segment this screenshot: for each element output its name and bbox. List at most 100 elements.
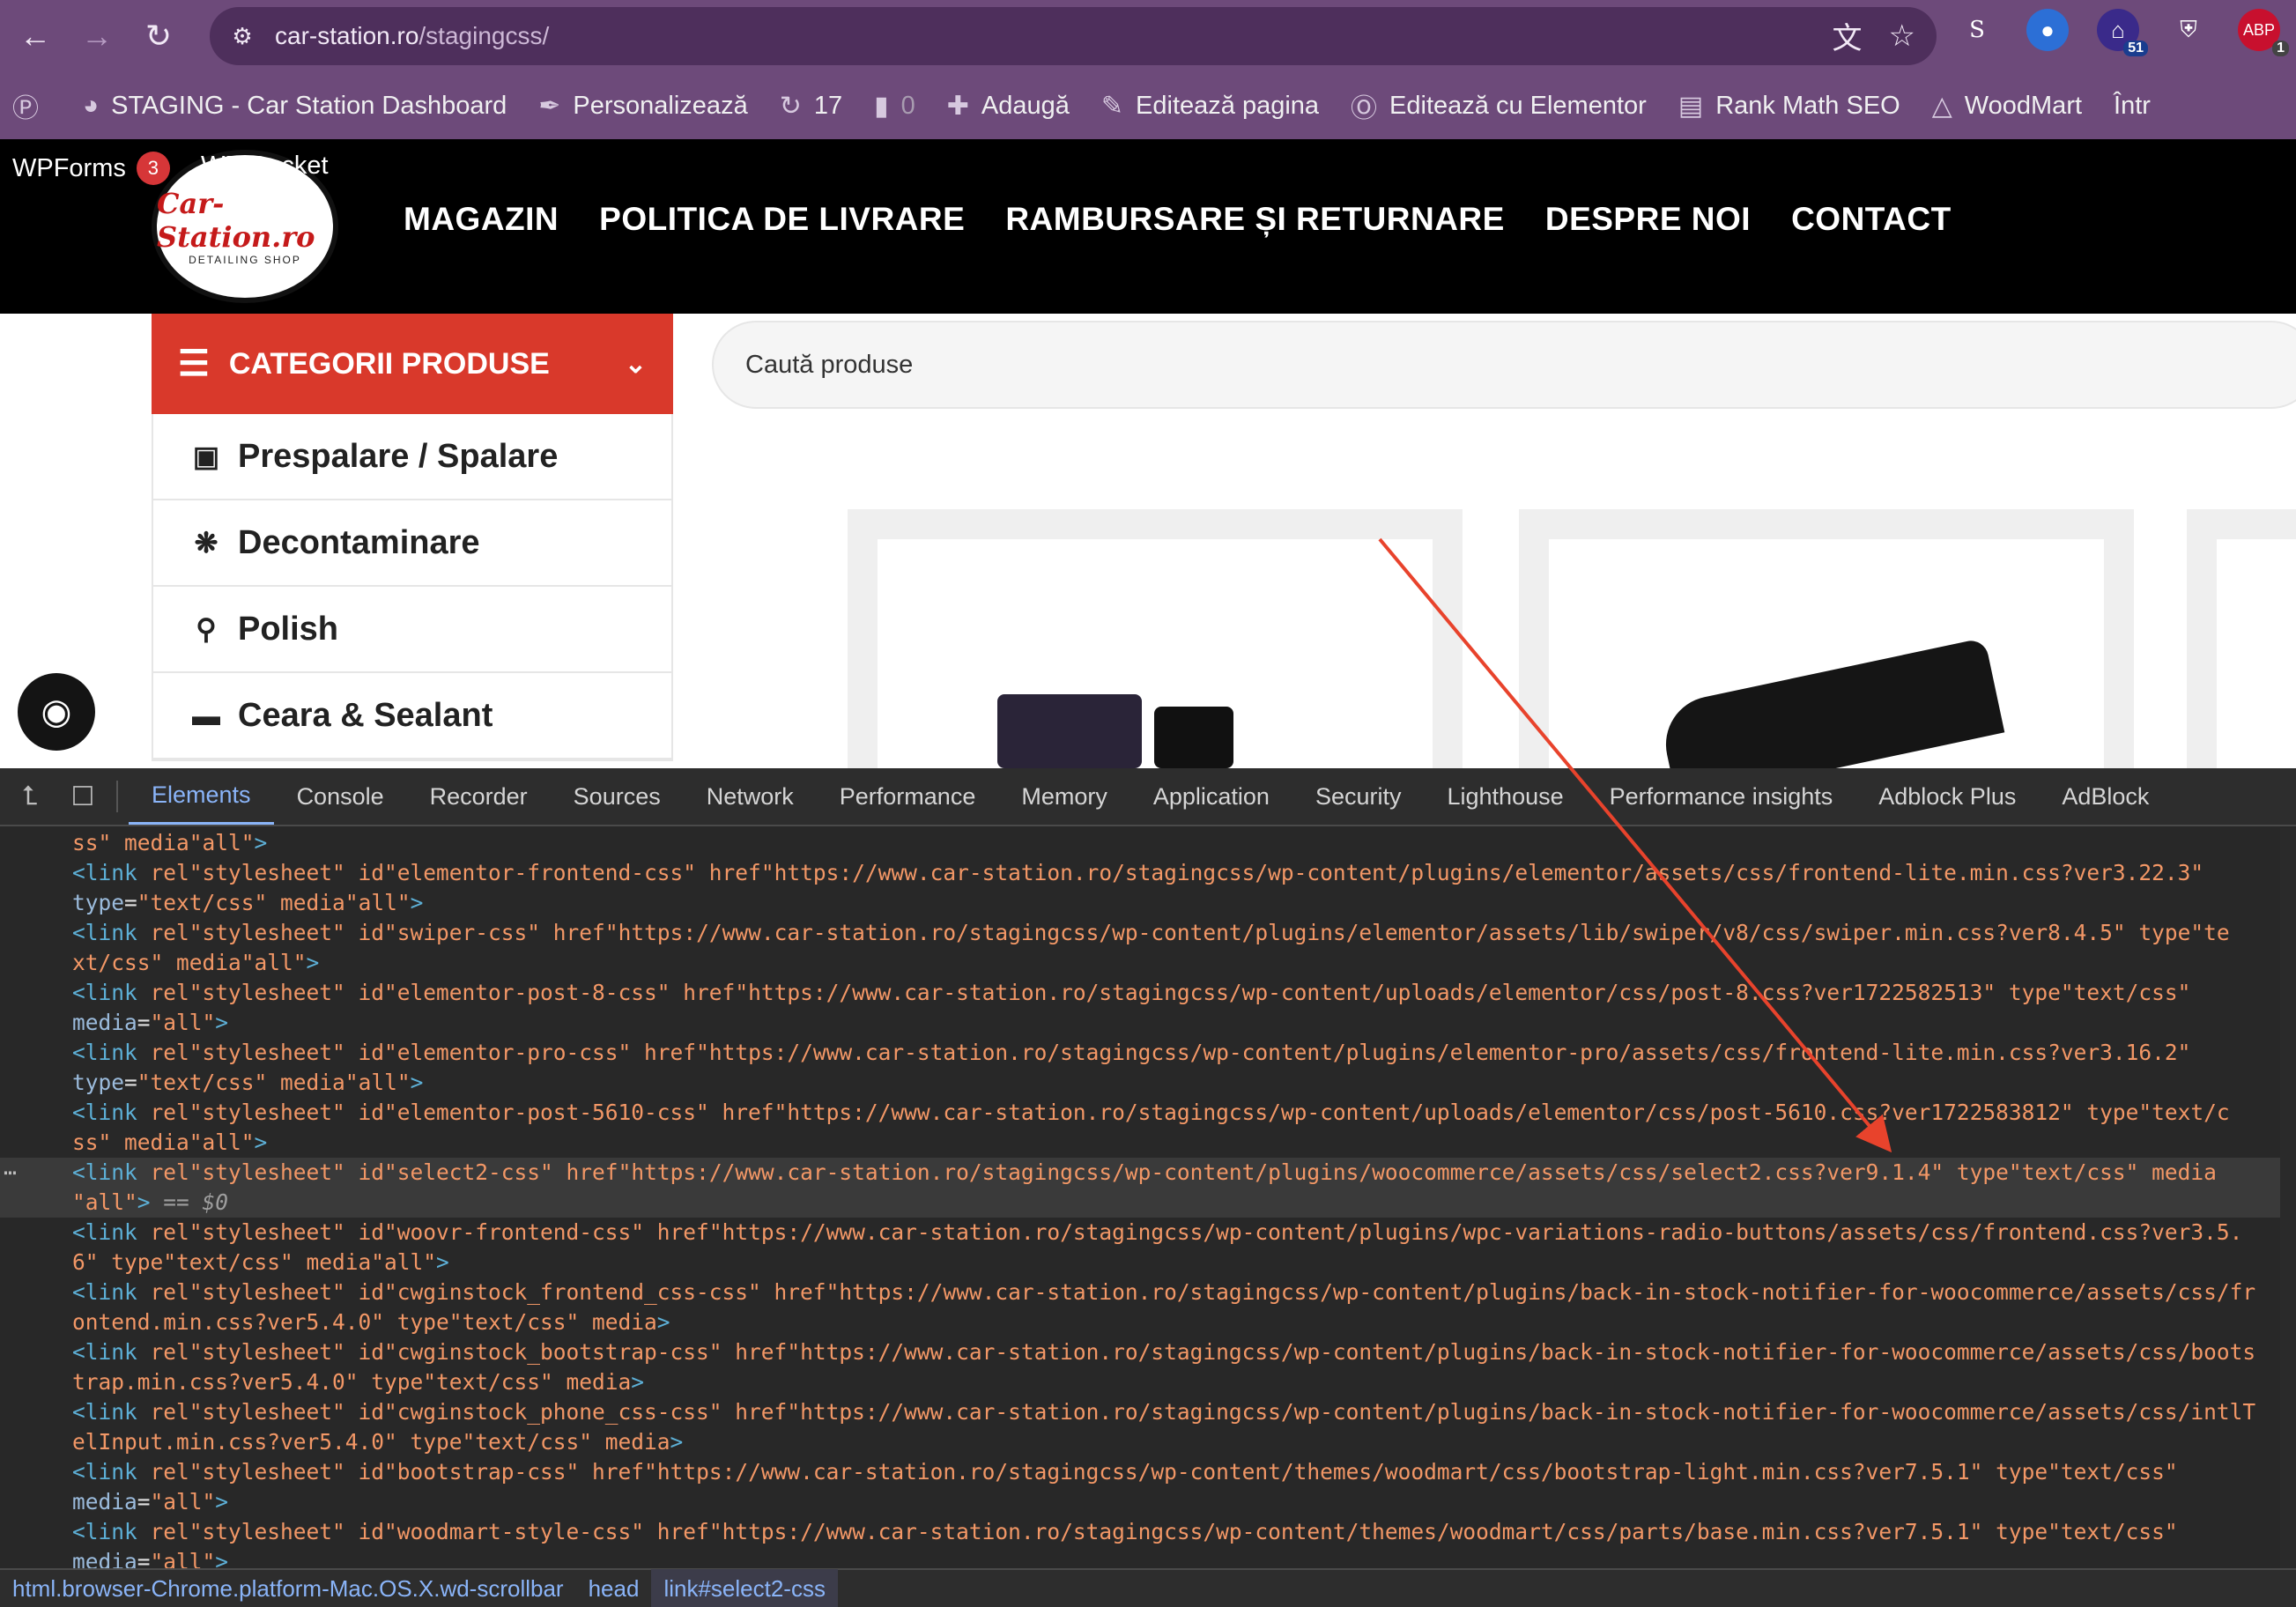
category-item[interactable]: ▣ Prespalare / Spalare xyxy=(153,414,671,500)
elements-tree-line[interactable]: <link rel"stylesheet" id"elementor-post-… xyxy=(0,978,2296,1008)
address-bar[interactable]: ⚙ car-station.ro/stagingcss/ 文 ☆ xyxy=(210,7,1937,65)
devtools-tab[interactable]: Security xyxy=(1292,768,1425,825)
site-info-icon[interactable]: ⚙ xyxy=(220,14,264,58)
elements-tree-line[interactable]: <link rel"stylesheet" id"elementor-pro-c… xyxy=(0,1038,2296,1068)
devtools-tab[interactable]: Recorder xyxy=(407,768,551,825)
more-options-icon[interactable]: ⋯ xyxy=(4,1158,17,1188)
forward-icon[interactable]: → xyxy=(70,10,123,63)
breadcrumb-item[interactable]: html.browser-Chrome.platform-Mac.OS.X.wd… xyxy=(0,1569,576,1607)
wp-customize[interactable]: ✒ Personalizează xyxy=(538,91,747,122)
elements-tree-line[interactable]: ⋯ <link rel"stylesheet" id"select2-css" h… xyxy=(0,1158,2296,1188)
wp-overflow[interactable]: Într xyxy=(2114,92,2151,121)
elements-tree-line[interactable]: trap.min.css?ver5.4.0" type"text/css" me… xyxy=(0,1367,2296,1397)
category-item[interactable]: ⚲ Polish xyxy=(153,587,671,673)
elements-tree-line[interactable]: media="all"> xyxy=(0,1487,2296,1517)
devtools-tab[interactable]: Memory xyxy=(998,768,1130,825)
elements-tree-line[interactable]: <link rel"stylesheet" id"cwginstock_phon… xyxy=(0,1397,2296,1427)
woodmart-icon: △ xyxy=(1931,91,1952,121)
bookmark-star-icon[interactable]: ☆ xyxy=(1889,19,1915,54)
elements-scrollbar[interactable] xyxy=(2280,828,2296,1570)
categories-toggle[interactable]: ☰ CATEGORII PRODUSE ⌄ xyxy=(152,314,673,414)
elements-tree-line[interactable]: <link rel"stylesheet" id"woovr-frontend-… xyxy=(0,1218,2296,1248)
devtools-tab[interactable]: AdBlock xyxy=(2039,768,2172,825)
devtools-tab[interactable]: Network xyxy=(684,768,817,825)
elements-tree-line[interactable]: <link rel"stylesheet" id"cwginstock_fron… xyxy=(0,1277,2296,1307)
wp-edit-page[interactable]: ✎ Editează pagina xyxy=(1101,91,1319,122)
product-card[interactable] xyxy=(2187,509,2296,768)
extension-s-icon[interactable]: S xyxy=(1956,9,1998,51)
brush-icon: ✒ xyxy=(538,91,561,121)
nav-magazin[interactable]: MAGAZIN xyxy=(404,201,559,238)
devtools-tab[interactable]: Performance xyxy=(817,768,999,825)
nav-contact[interactable]: CONTACT xyxy=(1791,201,1952,238)
device-toolbar-icon[interactable]: ☐ xyxy=(60,774,106,819)
wp-add-new[interactable]: ✚ Adaugă xyxy=(947,91,1070,122)
elements-tree-line[interactable]: xt/css" media"all"> xyxy=(0,948,2296,978)
edit-page-label: Editează pagina xyxy=(1136,91,1320,120)
elements-tree-line[interactable]: <link rel"stylesheet" id"elementor-post-… xyxy=(0,1098,2296,1128)
product-card[interactable] xyxy=(848,509,1463,768)
back-icon[interactable]: ← xyxy=(9,10,62,63)
updates-icon: ↻ xyxy=(779,91,802,121)
product-card[interactable] xyxy=(1519,509,2134,803)
cookie-settings-icon[interactable]: ◉ xyxy=(18,673,95,751)
category-item[interactable]: ▬ Ceara & Sealant xyxy=(153,673,671,759)
extension-house-icon[interactable]: ⌂ 51 xyxy=(2097,9,2148,56)
devtools-tab[interactable]: Lighthouse xyxy=(1425,768,1587,825)
nav-politica-livrare[interactable]: POLITICA DE LIVRARE xyxy=(599,201,965,238)
elements-tree-line[interactable]: <link rel"stylesheet" id"swiper-css" hre… xyxy=(0,918,2296,948)
devtools-tabbar: ⮤ ☐ Elements Console Recorder Sources Networ… xyxy=(0,768,2296,826)
elements-tree-line[interactable]: 6" type"text/css" media"all"> xyxy=(0,1248,2296,1277)
devtools-tab[interactable]: Adblock Plus xyxy=(1855,768,2039,825)
dashboard-icon: ◕ xyxy=(83,91,100,120)
devtools-tab[interactable]: Performance insights xyxy=(1587,768,1856,825)
translate-icon[interactable]: 文 xyxy=(1833,14,1863,57)
devtools-tab[interactable]: Console xyxy=(274,768,407,825)
elements-tree-line[interactable]: "all"> == $0 xyxy=(0,1188,2296,1218)
extension-badge: 51 xyxy=(2123,41,2148,56)
devtools-tab[interactable]: Application xyxy=(1130,768,1292,825)
extension-globe-icon[interactable]: ● xyxy=(2026,9,2069,51)
wp-site-name[interactable]: ◕ STAGING - Car Station Dashboard xyxy=(83,91,507,121)
comments-count: 0 xyxy=(900,91,915,120)
elements-tree-line[interactable]: <link rel"stylesheet" id"elementor-front… xyxy=(0,858,2296,888)
breadcrumb-item[interactable]: head xyxy=(576,1569,652,1607)
wpforms-menu[interactable]: WPForms 3 xyxy=(12,152,170,185)
nav-rambursare[interactable]: RAMBURSARE ȘI RETURNARE xyxy=(1005,201,1505,238)
elements-tree-line[interactable]: media="all"> xyxy=(0,1547,2296,1570)
product-search-input[interactable]: Caută produse xyxy=(712,321,2296,409)
elementor-icon: Ⓞ xyxy=(1351,94,1378,123)
wp-edit-elementor[interactable]: Ⓞ Editează cu Elementor xyxy=(1351,86,1647,125)
elements-tree-line[interactable]: ss" media"all"> xyxy=(0,1128,2296,1158)
wp-updates[interactable]: ↻ 17 xyxy=(780,91,842,122)
extension-abp-icon[interactable]: ABP 1 xyxy=(2238,9,2289,56)
wprocket-menu[interactable]: WP Rocket xyxy=(201,152,329,181)
reload-icon[interactable]: ↻ xyxy=(132,10,185,63)
inspect-element-icon[interactable]: ⮤ xyxy=(7,774,53,819)
wp-woodmart[interactable]: △ WoodMart xyxy=(1932,91,2082,122)
product-image-frame xyxy=(878,539,1433,768)
elements-tree-line[interactable]: <link rel"stylesheet" id"bootstrap-css" … xyxy=(0,1457,2296,1487)
category-label: Prespalare / Spalare xyxy=(238,437,559,475)
elements-tree[interactable]: ss" media"all"> <link rel"stylesheet" id"… xyxy=(0,828,2296,1570)
elements-tree-line[interactable]: elInput.min.css?ver5.4.0" type"text/css"… xyxy=(0,1427,2296,1457)
updates-count: 17 xyxy=(813,91,843,120)
elements-tree-line[interactable]: type="text/css" media"all"> xyxy=(0,888,2296,918)
wp-comments[interactable]: ▮ 0 xyxy=(874,91,915,122)
devtools-tab[interactable]: Elements xyxy=(129,768,274,825)
elements-tree-line[interactable]: ss" media"all"> xyxy=(0,828,2296,858)
devtools-tab[interactable]: Sources xyxy=(551,768,684,825)
url-text[interactable]: car-station.ro/stagingcss/ xyxy=(275,22,549,50)
wp-rank-math[interactable]: ▤ Rank Math SEO xyxy=(1678,91,1900,122)
extension-shield-icon[interactable]: ⛨ xyxy=(2167,9,2210,51)
product-image-frame xyxy=(2217,539,2296,768)
elements-tree-line[interactable]: ontend.min.css?ver5.4.0" type"text/css" … xyxy=(0,1307,2296,1337)
elements-tree-line[interactable]: <link rel"stylesheet" id"cwginstock_boot… xyxy=(0,1337,2296,1367)
elements-tree-line[interactable]: <link rel"stylesheet" id"woodmart-style-… xyxy=(0,1517,2296,1547)
elements-tree-line[interactable]: type="text/css" media"all"> xyxy=(0,1068,2296,1098)
wp-logo[interactable]: Ⓟ xyxy=(12,86,51,125)
category-item[interactable]: ❋ Decontaminare xyxy=(153,500,671,587)
breadcrumb-item[interactable]: link#select2-css xyxy=(651,1569,838,1607)
elements-tree-line[interactable]: media="all"> xyxy=(0,1008,2296,1038)
nav-despre-noi[interactable]: DESPRE NOI xyxy=(1545,201,1751,238)
